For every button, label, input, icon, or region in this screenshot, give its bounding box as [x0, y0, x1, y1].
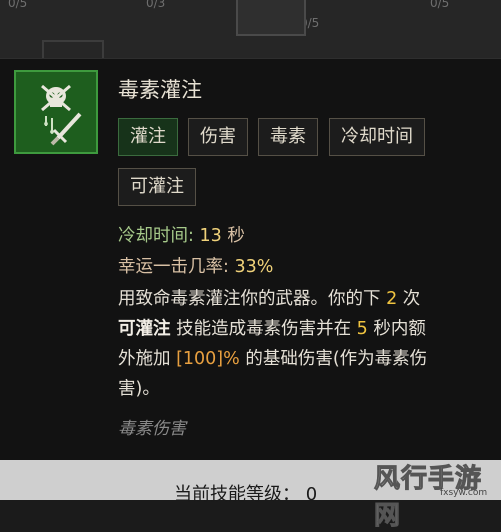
tag-poison: 毒素 — [258, 118, 318, 156]
lucky-hit-value: 33% — [234, 257, 274, 277]
cooldown-value: 13 — [199, 226, 222, 246]
skill-tree-background: 0/5 0/3 0/5 0/5 — [0, 0, 501, 60]
lucky-hit-stat: 幸运一击几率: 33% — [118, 253, 273, 278]
bg-skill-node — [42, 40, 104, 60]
bg-skill-node — [236, 0, 306, 36]
description-line: 可灌注 技能造成毒素伤害并在 5 秒内额 — [118, 315, 426, 340]
desc-text: 用致命毒素灌注你的武器。你的下 — [118, 289, 381, 309]
desc-keyword: 可灌注 — [118, 319, 171, 339]
skill-title: 毒素灌注 — [118, 78, 202, 102]
watermark-url: fxsyw.com — [440, 488, 488, 498]
bg-rank-text: 0/3 — [146, 0, 166, 10]
desc-text: 秒内额 — [373, 319, 426, 339]
desc-text: 害)。 — [118, 379, 160, 399]
description-line: 用致命毒素灌注你的武器。你的下 2 次 — [118, 285, 420, 310]
desc-text: 外施加 — [118, 349, 171, 369]
desc-number: 2 — [386, 289, 398, 309]
desc-text: 次 — [402, 289, 421, 309]
tag-infusion: 灌注 — [118, 118, 178, 156]
desc-number: 5 — [356, 319, 368, 339]
cooldown-label: 冷却时间: — [118, 226, 194, 246]
tag-cooldown: 冷却时间 — [329, 118, 425, 156]
bg-rank-text: 0/5 — [8, 0, 28, 10]
poison-skull-dagger-icon — [14, 70, 98, 154]
site-watermark: 风行手游网 fxsyw.com — [368, 458, 501, 532]
description-line: 害)。 — [118, 375, 160, 400]
cooldown-unit: 秒 — [227, 226, 245, 246]
bg-rank-text: 0/5 — [430, 0, 450, 10]
tag-imbuable: 可灌注 — [118, 168, 196, 206]
lucky-hit-label: 幸运一击几率: — [118, 257, 229, 277]
level-value: 0 — [305, 484, 318, 505]
cooldown-stat: 冷却时间: 13 秒 — [118, 222, 245, 247]
tag-damage: 伤害 — [188, 118, 248, 156]
level-label: 当前技能等级： — [174, 484, 300, 505]
current-skill-level: 当前技能等级： 0 — [174, 480, 317, 506]
damage-type-flavor: 毒素伤害 — [118, 419, 186, 439]
description-line: 外施加 [100]% 的基础伤害(作为毒素伤 — [118, 345, 427, 370]
desc-text: 的基础伤害(作为毒素伤 — [245, 349, 428, 369]
desc-percent: [100]% — [176, 349, 240, 369]
desc-text: 技能造成毒素伤害并在 — [176, 319, 352, 339]
